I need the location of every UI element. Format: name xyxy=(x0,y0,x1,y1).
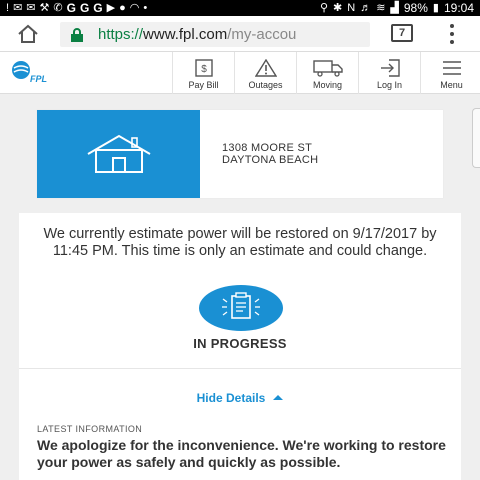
google-icon: G xyxy=(66,1,76,15)
alert-icon: ! xyxy=(6,2,10,14)
fpl-logo-icon: FPL xyxy=(12,61,47,84)
nav-menu-label: Menu xyxy=(440,80,463,90)
signal-icon: ▟ xyxy=(390,2,399,14)
address-line-1: 1308 MOORE ST xyxy=(222,142,313,154)
fpl-logo[interactable]: FPL xyxy=(10,60,56,86)
nav-outages-label: Outages xyxy=(248,80,283,90)
chevron-up-icon xyxy=(273,395,284,400)
address-line-2: DAYTONA BEACH xyxy=(222,154,319,166)
hamburger-icon xyxy=(442,61,461,75)
mail-icon: ✉ xyxy=(26,2,36,14)
nav-outages[interactable]: Outages xyxy=(234,52,296,94)
clipboard-icon xyxy=(222,292,260,319)
lock-icon xyxy=(71,27,83,42)
hide-details-toggle[interactable]: Hide Details xyxy=(19,391,461,405)
phone-icon: ✆ xyxy=(53,2,63,14)
site-nav-items: $ Pay Bill Outages Moving Log In Menu xyxy=(172,52,480,94)
nav-log-in-label: Log In xyxy=(376,80,403,90)
url-path: /my-accou xyxy=(227,26,297,43)
headphones-icon: ◠ xyxy=(129,2,140,14)
tab-switcher-button[interactable]: 7 xyxy=(391,24,413,42)
home-icon xyxy=(18,24,38,43)
url-scheme: https:// xyxy=(98,26,144,43)
outage-status-card: We currently estimate power will be rest… xyxy=(19,213,461,480)
system-icons: ⚲ ✱ N ♬ ≋ ▟ 98% ▮ 19:04 xyxy=(320,1,480,15)
more-notifications-icon: • xyxy=(143,2,148,14)
restoration-estimate: We currently estimate power will be rest… xyxy=(43,226,437,259)
bluetooth-icon: ✱ xyxy=(333,2,343,14)
side-drawer-handle[interactable] xyxy=(472,108,480,168)
house-icon xyxy=(86,134,151,173)
notification-icons: ! ✉ ✉ ⚒ ✆ G G G ▶ ● ◠ • xyxy=(0,1,147,15)
pay-bill-icon: $ xyxy=(194,59,213,77)
nav-pay-bill-label: Pay Bill xyxy=(188,80,219,90)
nav-moving-label: Moving xyxy=(312,80,342,90)
mute-icon: ♬ xyxy=(360,2,372,14)
outages-icon xyxy=(254,59,277,77)
youtube-icon: ▶ xyxy=(106,2,116,14)
progress-status-label: IN PROGRESS xyxy=(193,336,287,351)
location-icon: ⚲ xyxy=(319,2,329,14)
house-tile xyxy=(37,110,200,198)
browser-toolbar: https://www.fpl.com/my-accou 7 xyxy=(0,16,480,52)
latest-information-message: We apologize for the inconvenience. We'r… xyxy=(37,437,446,470)
svg-text:$: $ xyxy=(201,64,207,75)
google-icon: G xyxy=(79,1,90,15)
dot xyxy=(450,24,454,28)
login-icon xyxy=(380,59,400,77)
service-address: 1308 MOORE ST DAYTONA BEACH xyxy=(200,110,318,198)
progress-indicator xyxy=(199,285,283,331)
wrench-icon: ⚒ xyxy=(39,2,50,14)
truck-icon xyxy=(312,60,343,77)
home-button[interactable] xyxy=(8,16,48,52)
dot xyxy=(450,40,454,44)
browser-menu-button[interactable] xyxy=(447,24,457,44)
android-status-bar: ! ✉ ✉ ⚒ ✆ G G G ▶ ● ◠ • ⚲ ✱ N ♬ ≋ ▟ 98% … xyxy=(0,0,480,16)
url-host: www.fpl.com xyxy=(143,26,228,43)
hide-details-label: Hide Details xyxy=(196,391,266,405)
battery-icon: ▮ xyxy=(432,2,439,14)
site-header: FPL $ Pay Bill Outages Moving Log In Men… xyxy=(0,52,480,94)
battery-level: 98% xyxy=(403,1,428,15)
address-card: 1308 MOORE ST DAYTONA BEACH xyxy=(37,110,443,198)
google-icon: G xyxy=(93,1,103,15)
address-bar[interactable]: https://www.fpl.com/my-accou xyxy=(60,22,370,47)
nav-moving[interactable]: Moving xyxy=(296,52,358,94)
wifi-icon: ≋ xyxy=(376,2,386,14)
dot xyxy=(450,32,454,36)
media-icon: ● xyxy=(119,2,126,14)
divider xyxy=(19,368,461,369)
nav-log-in[interactable]: Log In xyxy=(358,52,420,94)
svg-text:FPL: FPL xyxy=(30,74,47,84)
nav-menu[interactable]: Menu xyxy=(420,52,480,94)
tab-count: 7 xyxy=(398,27,406,39)
latest-information-heading: LATEST INFORMATION xyxy=(37,424,143,434)
nav-pay-bill[interactable]: $ Pay Bill xyxy=(172,52,234,94)
mail-icon: ✉ xyxy=(13,2,23,14)
nfc-icon: N xyxy=(347,2,356,14)
clock: 19:04 xyxy=(443,1,474,15)
